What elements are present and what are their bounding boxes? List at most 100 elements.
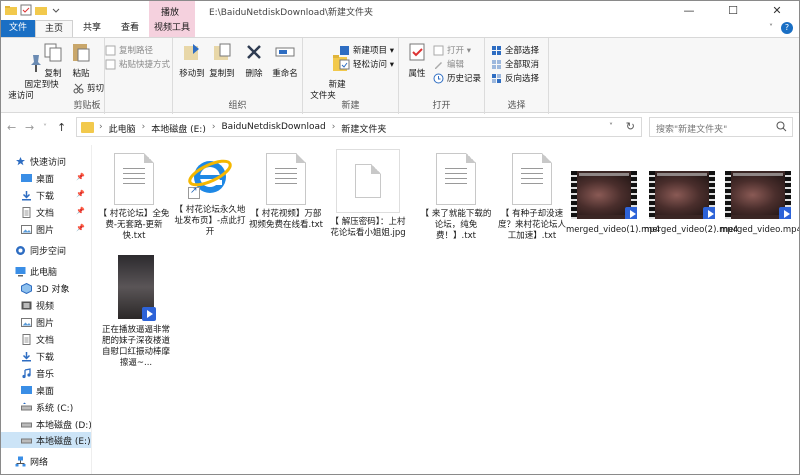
maximize-button[interactable]: ☐ [711,1,755,20]
music-icon [22,367,31,378]
nav-3d-objects-label: 3D 对象 [36,284,70,295]
breadcrumb-separator[interactable]: › [142,122,146,135]
breadcrumb-separator[interactable]: › [332,122,336,135]
nav-downloads[interactable]: 下载 [21,348,91,364]
move-to-icon [184,44,199,60]
search-box[interactable]: 搜索"新建文件夹" [649,117,793,137]
copy-to-label: 复制到 [209,69,235,79]
nav-documents[interactable]: 文档 [21,331,91,347]
nav-desktop-pinned[interactable]: 桌面 📌 [21,170,91,186]
video-player-icon [779,207,791,219]
ribbon-tabs: 文件 主页 共享 查看 视频工具 ˅ ? [1,20,799,37]
select-all-button[interactable]: 全部选择 [491,44,539,56]
up-button[interactable]: ↑ [57,121,66,134]
move-to-button[interactable]: 移动到 [177,41,207,80]
shortcut-arrow-icon [188,186,200,199]
invert-selection-label: 反向选择 [505,74,540,84]
nav-documents-pinned[interactable]: 文档 📌 [21,204,91,220]
new-folder-icon[interactable] [35,4,47,16]
easy-access-button[interactable]: 轻松访问 ▾ [339,58,394,70]
breadcrumb-baidu-folder[interactable]: BaiduNetdiskDownload [221,122,325,135]
file-item[interactable]: 【 村花论坛永久地址发布页】-点此打开 [172,151,248,238]
nav-videos[interactable]: 视频 [21,297,91,313]
file-item[interactable]: merged_video(1).mp4 [566,171,660,236]
address-dropdown-button[interactable]: ˅ [609,122,613,131]
drive-icon [21,438,32,443]
nav-drive-e-label: 本地磁盘 (E:) [36,436,91,447]
select-none-button[interactable]: 全部取消 [491,58,539,70]
minimize-button[interactable]: — [667,1,711,20]
tab-view[interactable]: 查看 [111,20,149,37]
open-button[interactable]: 打开 ▾ [433,44,471,56]
quick-access-toolbar [5,4,62,16]
nav-pictures-pinned[interactable]: 图片 📌 [21,221,91,237]
forward-button[interactable]: → [25,121,34,134]
tab-file[interactable]: 文件 [1,20,35,37]
invert-selection-button[interactable]: 反向选择 [491,72,539,84]
edit-button[interactable]: 编辑 [433,58,464,70]
file-item[interactable]: 【 有种子却没速度？来村花论坛人工加速】.txt [494,151,570,242]
nav-music[interactable]: 音乐 [21,365,91,381]
properties-icon [409,43,425,61]
tab-video-tools[interactable]: 视频工具 [149,20,195,37]
address-bar[interactable]: › 此电脑 › 本地磁盘 (E:) › BaiduNetdiskDownload… [76,117,642,137]
paste-label: 粘贴 [72,69,90,79]
network-icon [15,456,26,466]
breadcrumb-this-pc[interactable]: 此电脑 [109,122,136,135]
copy-button[interactable]: 复制 [39,41,67,80]
file-name: 【 解压密码】：上村花论坛看小姐姐.jpg [330,217,406,238]
file-item[interactable]: 【 来了就能下载的论坛，纯免费！】.txt [418,151,494,242]
easy-access-icon [339,59,350,69]
breadcrumb-drive-e[interactable]: 本地磁盘 (E:) [151,122,206,135]
pin-icon: 📌 [76,224,85,232]
file-item[interactable]: 【 村花视频】万部视频免费在线看.txt [248,151,324,231]
new-item-button[interactable]: 新建项目 ▾ [339,44,394,56]
breadcrumb: › 此电脑 › 本地磁盘 (E:) › BaiduNetdiskDownload… [99,122,386,135]
collapse-ribbon-button[interactable]: ˅ [769,23,773,32]
nav-drive-c[interactable]: 系统 (C:) [21,399,91,415]
properties-icon[interactable] [20,4,32,16]
history-label: 历史记录 [447,74,482,84]
recent-locations-button[interactable]: ˅ [43,123,47,132]
nav-downloads-pinned[interactable]: 下载 📌 [21,187,91,203]
help-button[interactable]: ? [781,22,793,34]
video-thumbnail [571,171,637,219]
file-item[interactable]: 正在播放逼逼非常肥的妹子深夜楼道自慰口红振动棒摩擦逼~... [98,255,174,369]
cut-button[interactable]: 剪切 [73,82,104,94]
paste-button[interactable]: 粘贴 [67,41,95,80]
rename-button[interactable]: 重命名 [269,41,301,80]
chevron-down-icon[interactable] [50,4,62,16]
document-icon [22,333,31,345]
nav-pictures[interactable]: 图片 [21,314,91,330]
file-name: merged_video.mp4 [720,225,800,235]
new-group: 新建 文件夹 新建项目 ▾ 轻松访问 ▾ 新建 [303,38,399,114]
nav-videos-label: 视频 [36,301,55,312]
tab-share[interactable]: 共享 [73,20,111,37]
properties-button[interactable]: 属性 [403,41,431,80]
title-bar: 播放 E:\BaiduNetdiskDownload\新建文件夹 — ☐ ✕ [1,1,799,20]
file-item[interactable]: 【 村花论坛】全免费-无套路-更新快.txt [96,151,172,242]
copy-to-button[interactable]: 复制到 [207,41,237,80]
file-item[interactable]: 【 解压密码】：上村花论坛看小姐姐.jpg [330,149,406,239]
video-player-icon [142,307,156,321]
back-button[interactable]: ← [7,121,16,134]
rename-label: 重命名 [272,69,298,79]
breadcrumb-separator[interactable]: › [212,122,216,135]
computer-icon [15,266,26,276]
nav-3d-objects[interactable]: 3D 对象 [21,280,91,296]
file-item[interactable]: merged_video.mp4 [720,171,800,236]
drive-icon [21,402,32,410]
folder-icon [81,122,94,133]
tab-home[interactable]: 主页 [35,20,73,37]
nav-drive-d[interactable]: 本地磁盘 (D:) [21,416,92,432]
nav-downloads-label: 下载 [36,191,55,202]
nav-drive-e[interactable]: 本地磁盘 (E:) [1,432,91,448]
refresh-button[interactable]: ↻ [626,120,635,133]
delete-button[interactable]: 删除 [241,41,267,80]
nav-desktop[interactable]: 桌面 [21,382,91,398]
nav-pane-divider[interactable] [91,145,92,474]
close-button[interactable]: ✕ [755,1,799,20]
file-item[interactable]: merged_video(2).mp4 [644,171,738,236]
history-button[interactable]: 历史记录 [433,72,481,84]
breadcrumb-current-folder[interactable]: 新建文件夹 [341,122,386,135]
